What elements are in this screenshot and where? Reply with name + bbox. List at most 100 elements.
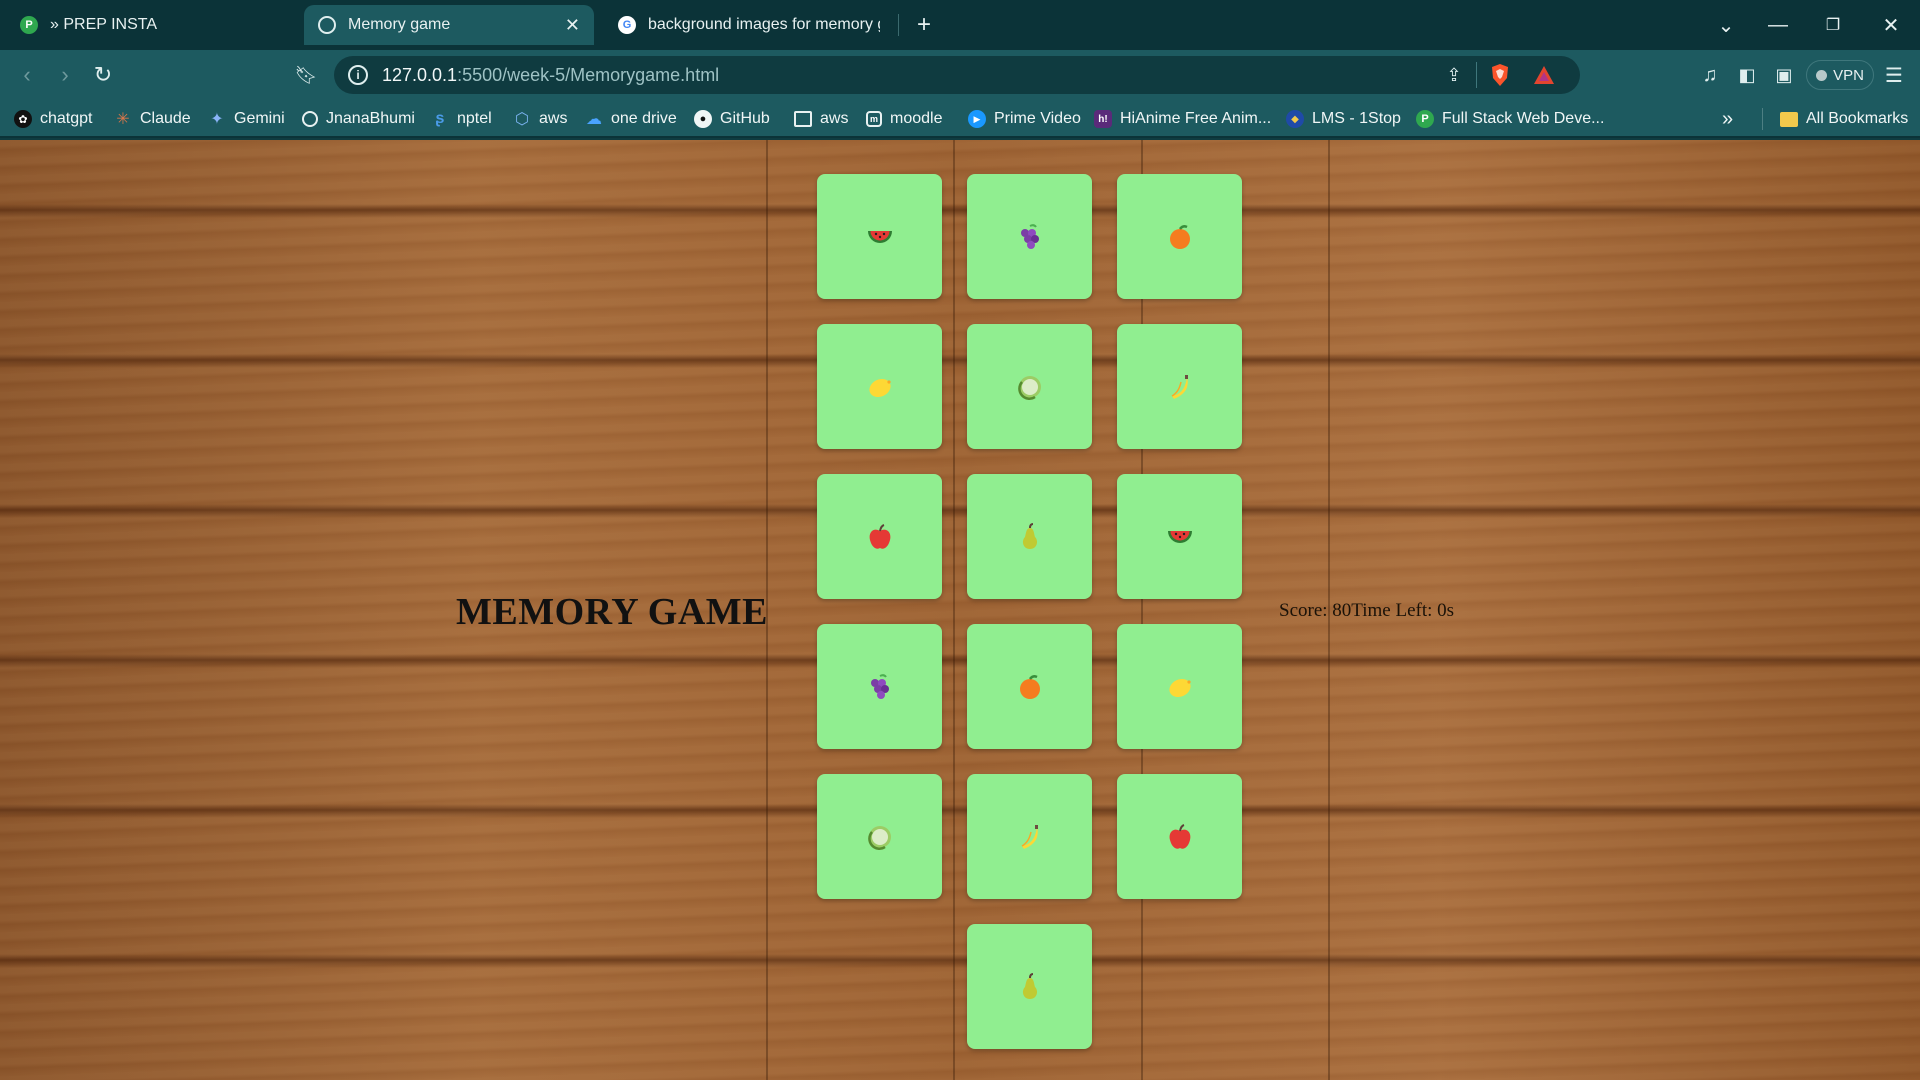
- brave-rewards-icon[interactable]: [1530, 62, 1558, 88]
- bookmark-aws-2[interactable]: aws: [794, 108, 848, 130]
- brave-shields-icon[interactable]: [1486, 62, 1514, 88]
- wallet-icon[interactable]: ▣: [1770, 62, 1798, 88]
- folder-icon: [1780, 111, 1798, 127]
- memory-card-banana[interactable]: [967, 774, 1092, 899]
- apple-icon: [865, 522, 895, 552]
- bookmark-lms[interactable]: ◆ LMS - 1Stop: [1286, 108, 1401, 130]
- bookmark-icon[interactable]: 🔖︎: [291, 60, 321, 90]
- bookmark-aws[interactable]: ⬡ aws: [513, 108, 567, 130]
- all-bookmarks-folder[interactable]: All Bookmarks: [1780, 108, 1908, 130]
- banana-icon: [1165, 372, 1195, 402]
- orange-icon: [1015, 672, 1045, 702]
- tab-memory-game[interactable]: Memory game ✕: [304, 5, 594, 45]
- score-timer-text: Score: 80Time Left: 0s: [1279, 600, 1455, 621]
- address-bar[interactable]: i 127.0.0.1:5500/week-5/Memorygame.html …: [334, 56, 1580, 94]
- share-icon[interactable]: ⇪: [1440, 62, 1468, 88]
- tab-background-images[interactable]: G background images for memory game: [604, 5, 894, 45]
- melon-icon: [865, 822, 895, 852]
- more-bookmarks-chevron-icon[interactable]: »: [1722, 108, 1733, 130]
- back-arrow-icon[interactable]: ‹: [12, 60, 42, 90]
- lemon-icon: [1165, 672, 1195, 702]
- cloud-icon: ☁: [586, 111, 602, 128]
- omnibox-separator: [1476, 62, 1477, 88]
- image-icon: [794, 111, 812, 127]
- memory-card-lemon[interactable]: [817, 324, 942, 449]
- bookmark-claude[interactable]: ✳ Claude: [114, 108, 190, 130]
- bookmarks-separator: [1762, 108, 1763, 130]
- prepinsta-favicon-icon: P: [20, 16, 38, 34]
- memory-card-pear[interactable]: [967, 924, 1092, 1049]
- bookmark-jnanabhumi[interactable]: JnanaBhumi: [302, 108, 415, 130]
- reload-icon[interactable]: ↻: [88, 60, 118, 90]
- watermelon-icon: [865, 222, 895, 252]
- tab-strip: P » PREP INSTA Memory game ✕ G backgroun…: [0, 0, 1920, 50]
- claude-icon: ✳: [116, 111, 130, 128]
- memory-card-watermelon[interactable]: [1117, 474, 1242, 599]
- melon-icon: [1015, 372, 1045, 402]
- site-info-icon[interactable]: i: [348, 65, 368, 85]
- memory-card-melon[interactable]: [817, 774, 942, 899]
- bookmark-chatgpt[interactable]: ✿ chatgpt: [14, 108, 92, 130]
- grapes-icon: [865, 672, 895, 702]
- page-title: MEMORY GAME: [456, 591, 768, 633]
- cube-icon: ⬡: [515, 111, 529, 128]
- lms-icon: ◆: [1286, 110, 1304, 128]
- pear-icon: [1015, 522, 1045, 552]
- orange-icon: [1165, 222, 1195, 252]
- sidebar-toggle-icon[interactable]: ◧: [1733, 62, 1761, 88]
- menu-hamburger-icon[interactable]: ☰: [1880, 62, 1908, 88]
- bookmark-hianime[interactable]: h! HiAnime Free Anim...: [1094, 108, 1271, 130]
- url-text[interactable]: 127.0.0.1:5500/week-5/Memorygame.html: [382, 65, 719, 86]
- globe-favicon-icon: [318, 16, 336, 34]
- memory-card-orange[interactable]: [967, 624, 1092, 749]
- memory-card-pear[interactable]: [967, 474, 1092, 599]
- vpn-status-icon: [1816, 69, 1828, 81]
- banana-icon: [1015, 822, 1045, 852]
- bookmark-prime-video[interactable]: ▶ Prime Video: [968, 108, 1081, 130]
- close-tab-icon[interactable]: ✕: [565, 15, 580, 36]
- hianime-icon: h!: [1094, 110, 1112, 128]
- lemon-icon: [865, 372, 895, 402]
- memory-card-grapes[interactable]: [817, 624, 942, 749]
- chatgpt-icon: ✿: [14, 110, 32, 128]
- memory-card-lemon[interactable]: [1117, 624, 1242, 749]
- memory-card-apple[interactable]: [817, 474, 942, 599]
- bookmark-github[interactable]: ● GitHub: [694, 108, 770, 130]
- prepinsta-icon: P: [1416, 110, 1434, 128]
- tab-prep-insta[interactable]: P » PREP INSTA: [6, 5, 296, 45]
- memory-card-apple[interactable]: [1117, 774, 1242, 899]
- bookmark-gemini[interactable]: ✦ Gemini: [208, 108, 284, 130]
- memory-card-melon[interactable]: [967, 324, 1092, 449]
- memory-card-watermelon[interactable]: [817, 174, 942, 299]
- page-viewport: MEMORY GAME Score: 80Time Left: 0s: [0, 140, 1920, 1080]
- media-controls-icon[interactable]: ♫: [1696, 62, 1724, 88]
- tab-title: background images for memory game: [648, 16, 880, 33]
- new-tab-button[interactable]: +: [910, 9, 938, 41]
- github-icon: ●: [694, 110, 712, 128]
- bookmark-nptel[interactable]: ʂ nptel: [431, 108, 492, 130]
- forward-arrow-icon[interactable]: ›: [50, 60, 80, 90]
- globe-icon: [302, 111, 318, 127]
- tab-title: Memory game: [348, 16, 451, 33]
- tab-search-chevron-icon[interactable]: ⌄: [1703, 8, 1749, 42]
- prime-icon: ▶: [968, 110, 986, 128]
- gemini-icon: ✦: [210, 111, 224, 128]
- bookmarks-bar: ✿ chatgpt ✳ Claude ✦ Gemini JnanaBhumi ʂ npt…: [0, 100, 1920, 138]
- tab-title: » PREP INSTA: [50, 16, 157, 33]
- nptel-icon: ʂ: [435, 110, 445, 127]
- google-favicon-icon: G: [618, 16, 636, 34]
- grapes-icon: [1015, 222, 1045, 252]
- bookmark-moodle[interactable]: m moodle: [866, 108, 942, 130]
- memory-card-orange[interactable]: [1117, 174, 1242, 299]
- restore-button[interactable]: ❐: [1810, 8, 1856, 42]
- close-window-button[interactable]: ✕: [1868, 8, 1914, 42]
- vpn-button[interactable]: VPN: [1806, 60, 1874, 90]
- watermelon-icon: [1165, 522, 1195, 552]
- minimize-button[interactable]: —: [1755, 8, 1801, 42]
- bookmark-full-stack[interactable]: P Full Stack Web Deve...: [1416, 108, 1604, 130]
- pear-icon: [1015, 972, 1045, 1002]
- memory-card-grapes[interactable]: [967, 174, 1092, 299]
- card-grid: [817, 174, 1242, 1049]
- bookmark-one-drive[interactable]: ☁ one drive: [585, 108, 677, 130]
- memory-card-banana[interactable]: [1117, 324, 1242, 449]
